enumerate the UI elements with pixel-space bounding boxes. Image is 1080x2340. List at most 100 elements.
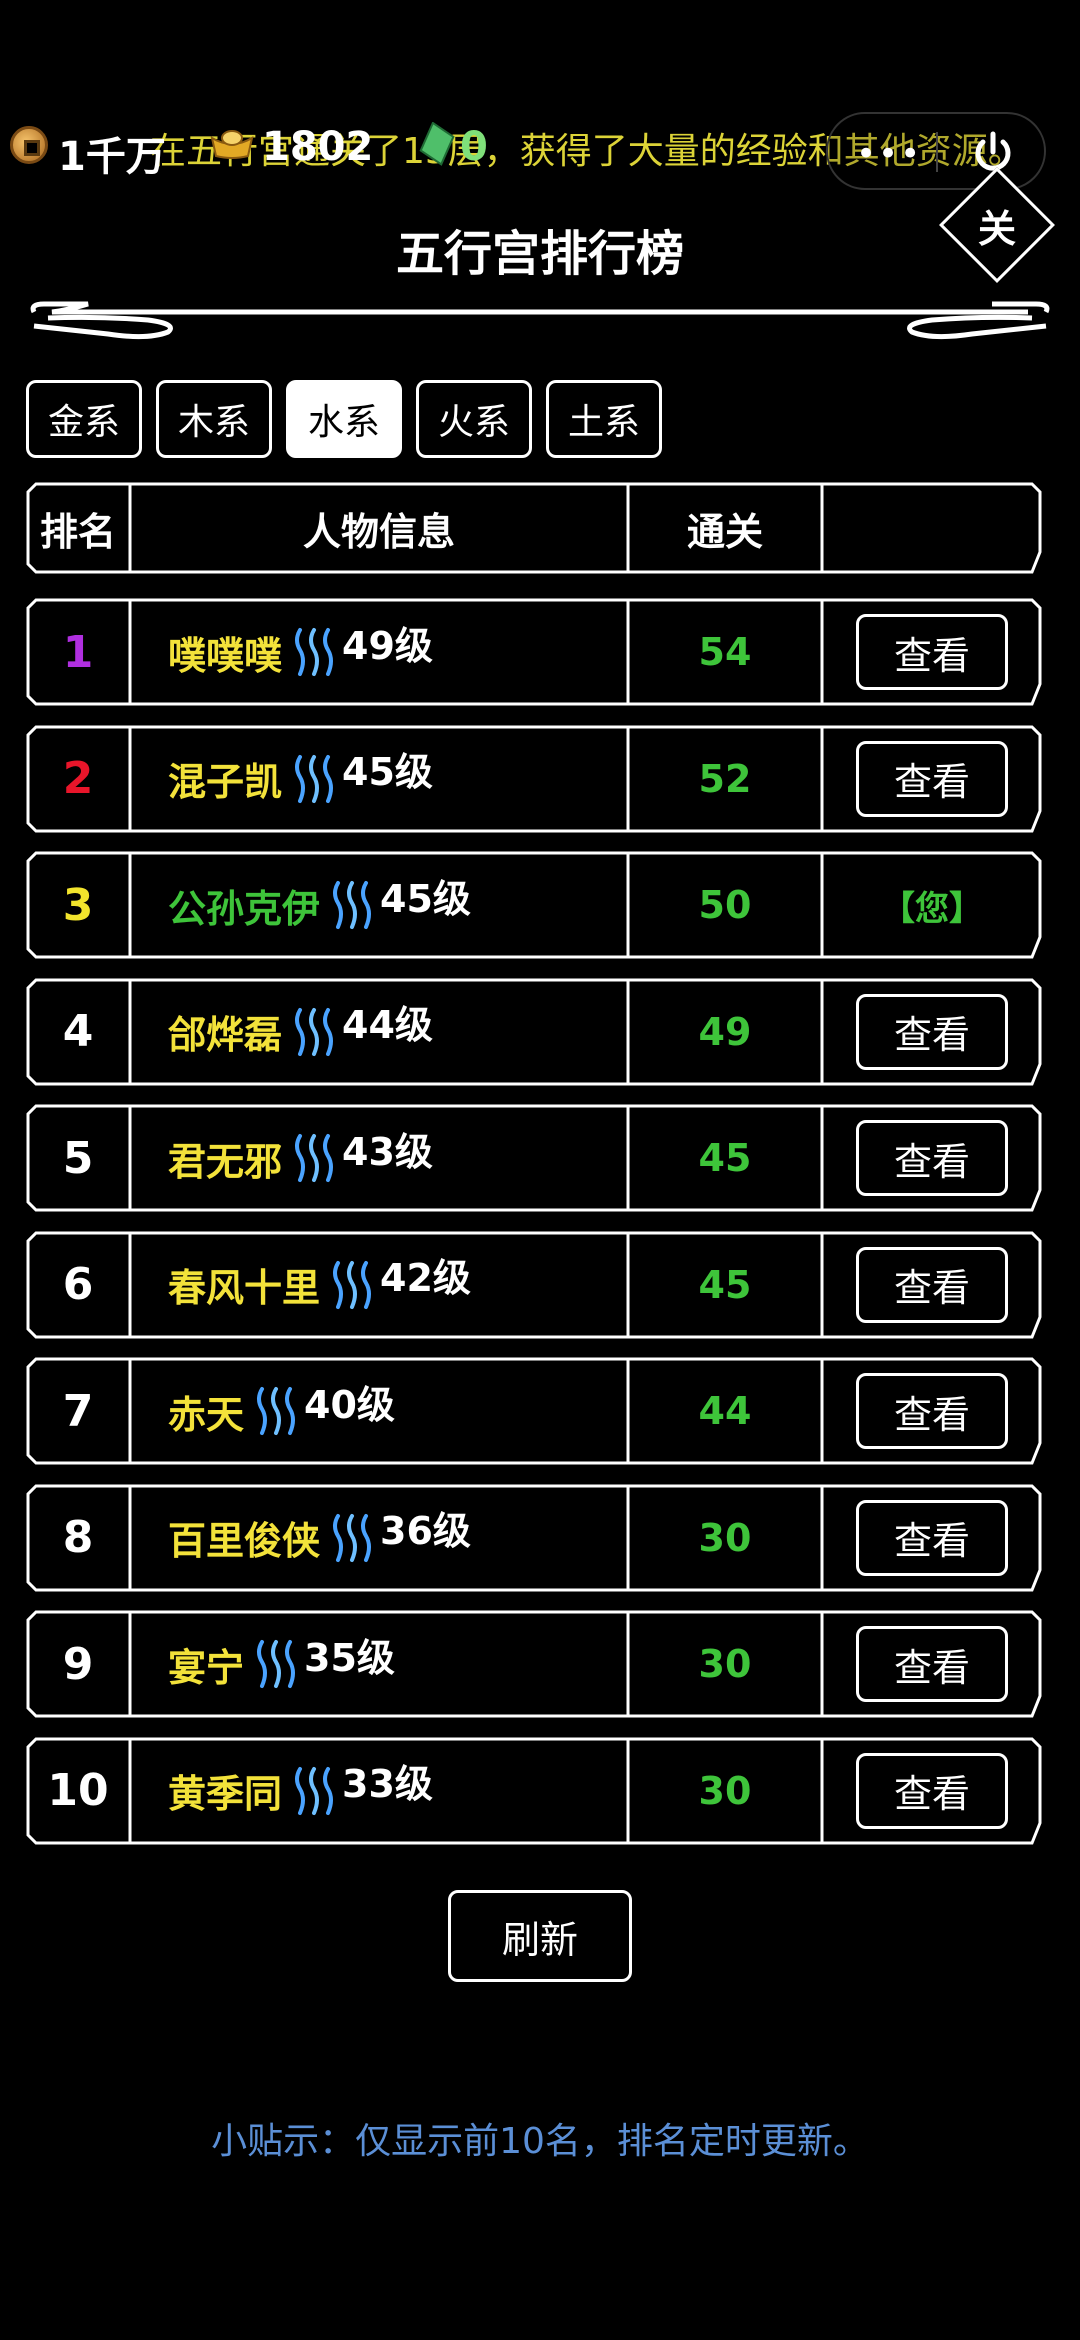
view-button[interactable]: 查看 <box>856 993 1008 1070</box>
view-button[interactable]: 查看 <box>856 1499 1008 1576</box>
row-action: 查看 <box>822 1737 1042 1845</box>
rank-number: 7 <box>62 1385 94 1437</box>
page-title: 五行宫排行榜 <box>395 226 684 282</box>
coin-icon <box>10 126 48 164</box>
table-row: 4 郃烨磊 44级 49 查看 <box>26 978 1042 1086</box>
column-header-action <box>822 482 1042 574</box>
view-button[interactable]: 查看 <box>856 614 1008 690</box>
player-level: 43级 <box>342 1129 433 1174</box>
title-divider-ornament <box>30 301 1050 340</box>
player-info: 宴宁 35级 <box>130 1610 628 1718</box>
passed-floors: 52 <box>698 756 752 801</box>
rank-number: 3 <box>62 879 94 931</box>
player-level: 45级 <box>380 876 471 921</box>
mini-program-capsule: ••• <box>826 112 1046 190</box>
water-element-icon <box>333 881 372 929</box>
passed-floors: 45 <box>698 1262 752 1307</box>
tab-4[interactable]: 土系 <box>546 380 662 458</box>
passed-floors: 54 <box>698 630 752 674</box>
table-row: 1 噗噗噗 49级 54 查看 <box>26 598 1042 706</box>
rank-number: 2 <box>62 753 94 804</box>
view-button[interactable]: 查看 <box>856 1246 1008 1323</box>
jade-icon <box>419 122 455 166</box>
rank-number: 4 <box>62 1006 94 1057</box>
jade-amount: 0 <box>460 124 488 170</box>
player-info: 郃烨磊 44级 <box>130 978 628 1086</box>
water-element-icon <box>333 1513 372 1562</box>
passed-floors: 50 <box>698 883 752 927</box>
passed-floors: 44 <box>698 1389 752 1433</box>
player-info: 百里俊侠 36级 <box>130 1484 628 1592</box>
table-row: 10 黄季同 33级 30 查看 <box>26 1737 1042 1845</box>
player-level: 36级 <box>380 1509 471 1553</box>
resource-bar: 在五行宫通关了15层，获得了大量的经验和其他资源。 1千万 1802 0 ••• <box>0 112 1080 190</box>
player-info: 混子凯 45级 <box>130 725 628 833</box>
player-info: 春风十里 42级 <box>130 1231 628 1339</box>
water-element-icon <box>257 1387 296 1435</box>
tab-2[interactable]: 水系 <box>286 380 402 458</box>
row-action: 查看 <box>822 725 1042 833</box>
leaderboard-screen: 在五行宫通关了15层，获得了大量的经验和其他资源。 1千万 1802 0 •••… <box>0 0 1080 2340</box>
row-action: 查看 <box>822 1231 1042 1339</box>
column-header-passed: 通关 <box>686 509 763 554</box>
view-button[interactable]: 查看 <box>856 740 1008 817</box>
rank-number: 10 <box>47 1765 109 1816</box>
water-element-icon <box>333 1260 372 1309</box>
player-name: 黄季同 <box>168 1772 283 1816</box>
tab-3[interactable]: 火系 <box>416 380 532 458</box>
player-level: 40级 <box>304 1382 395 1427</box>
passed-floors: 30 <box>698 1642 752 1686</box>
water-element-icon <box>295 1007 334 1056</box>
player-info: 黄季同 33级 <box>130 1737 628 1845</box>
table-row: 8 百里俊侠 36级 30 查看 <box>26 1484 1042 1592</box>
player-info: 君无邪 43级 <box>130 1104 628 1212</box>
gold-ingot-icon <box>210 130 254 159</box>
view-button[interactable]: 查看 <box>856 1752 1008 1829</box>
player-level: 42级 <box>380 1256 471 1300</box>
column-header-rank: 排名 <box>39 509 116 554</box>
row-action: 【您】 <box>822 851 1042 959</box>
row-action: 查看 <box>822 1104 1042 1212</box>
view-button[interactable]: 查看 <box>856 1626 1008 1702</box>
table-row: 7 赤天 40级 44 查看 <box>26 1357 1042 1465</box>
water-element-icon <box>257 1640 296 1688</box>
table-row: 3 公孙克伊 45级 50 【您】 <box>26 851 1042 959</box>
coin-amount: 1千万 <box>58 134 166 180</box>
tip-text: 小贴示：仅显示前10名，排名定时更新。 <box>211 2121 869 2162</box>
rank-number: 1 <box>62 626 94 678</box>
tab-1[interactable]: 木系 <box>156 380 272 458</box>
capsule-divider <box>936 132 938 172</box>
table-row: 2 混子凯 45级 52 查看 <box>26 725 1042 833</box>
water-element-icon <box>295 628 334 676</box>
view-button[interactable]: 查看 <box>856 1120 1008 1196</box>
water-element-icon <box>295 1766 334 1815</box>
rank-number: 5 <box>62 1132 94 1184</box>
column-header-info: 人物信息 <box>302 509 455 554</box>
player-name: 宴宁 <box>168 1645 245 1690</box>
table-row: 6 春风十里 42级 45 查看 <box>26 1231 1042 1339</box>
passed-floors: 30 <box>698 1768 752 1813</box>
player-level: 49级 <box>342 623 433 668</box>
self-marker: 【您】 <box>881 888 983 929</box>
row-action: 查看 <box>822 1484 1042 1592</box>
passed-floors: 30 <box>698 1515 752 1560</box>
passed-floors: 49 <box>698 1009 752 1054</box>
element-tabs: 金系 木系 水系 火系 土系 <box>26 380 662 458</box>
row-action: 查看 <box>822 1357 1042 1465</box>
player-info: 噗噗噗 49级 <box>130 598 628 706</box>
table-row: 5 君无邪 43级 45 查看 <box>26 1104 1042 1212</box>
ingot-amount: 1802 <box>262 124 374 170</box>
player-name: 混子凯 <box>168 760 283 804</box>
refresh-button[interactable]: 刷新 <box>448 1890 632 1982</box>
table-header: 排名 人物信息 通关 <box>26 482 1042 574</box>
tab-0[interactable]: 金系 <box>26 380 142 458</box>
view-button[interactable]: 查看 <box>856 1373 1008 1449</box>
row-action: 查看 <box>822 598 1042 706</box>
more-menu-button[interactable]: ••• <box>856 134 922 174</box>
player-info: 公孙克伊 45级 <box>130 851 628 959</box>
player-level: 35级 <box>304 1635 395 1680</box>
player-level: 33级 <box>342 1762 433 1806</box>
player-level: 44级 <box>342 1003 433 1047</box>
water-element-icon <box>295 754 334 803</box>
table-row: 9 宴宁 35级 30 查看 <box>26 1610 1042 1718</box>
